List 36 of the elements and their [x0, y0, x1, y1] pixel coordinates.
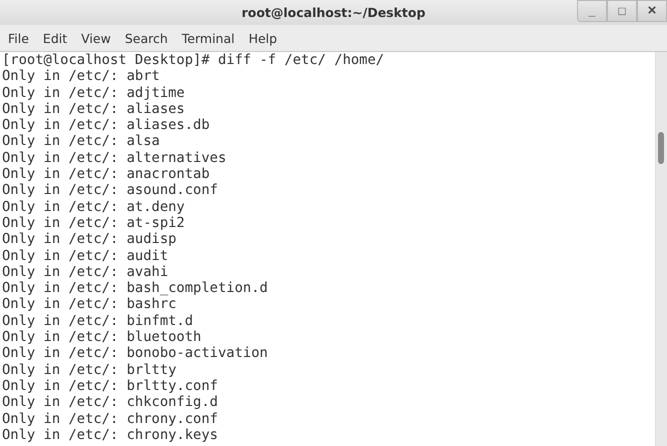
- terminal-line: Only in /etc/: abrt: [2, 68, 161, 85]
- terminal-line: Only in /etc/: chrony.keys: [2, 426, 219, 444]
- close-button[interactable]: ×: [637, 0, 667, 22]
- terminal-line: Only in /etc/: audit: [2, 248, 170, 264]
- terminal-line: Only in /etc/: anacrontab: [2, 166, 211, 182]
- menu-item[interactable]: File: [8, 30, 29, 46]
- scroll-thumb[interactable]: [658, 132, 664, 164]
- terminal-line: Only in /etc/: alsa: [2, 133, 161, 150]
- window-title: root@localhost:~/Desktop: [242, 5, 426, 20]
- terminal-line: Only in /etc/: bonobo-activation: [2, 345, 269, 362]
- terminal-line: Only in /etc/: binfmt.d: [2, 312, 194, 330]
- terminal-line: Only in /etc/: brltty: [2, 362, 178, 378]
- terminal-line: Only in /etc/: asound.conf: [2, 182, 219, 199]
- terminal-line: Only in /etc/: aliases.db: [2, 117, 211, 134]
- menu-item[interactable]: Terminal: [182, 30, 235, 46]
- terminal-line: Only in /etc/: chkconfig.d: [2, 394, 219, 411]
- terminal-line: Only in /etc/: audisp: [2, 231, 178, 248]
- terminal-line: Only in /etc/: chrony.conf: [2, 410, 219, 427]
- terminal-line: Only in /etc/: bash_completion.d: [2, 280, 269, 296]
- terminal-line: Only in /etc/: bluetooth: [2, 329, 202, 346]
- terminal-line: Only in /etc/: at.deny: [2, 198, 186, 215]
- terminal-line: [root@localhost Desktop]# diff -f /etc/ /home/: [2, 52, 386, 68]
- terminal-line: Only in /etc/: at-spi2: [2, 214, 186, 232]
- terminal-line: Only in /etc/: alternatives: [2, 150, 228, 166]
- terminal-line: Only in /etc/: avahi: [2, 264, 170, 280]
- menu-item[interactable]: Search: [124, 30, 168, 46]
- terminal-line: Only in /etc/: adjtime: [2, 84, 186, 101]
- menu-item[interactable]: Help: [248, 30, 278, 46]
- menu-item[interactable]: Edit: [42, 30, 68, 46]
- minimize-button[interactable]: _: [577, 0, 607, 22]
- menu-item[interactable]: View: [81, 30, 111, 46]
- terminal-line: Only in /etc/: bashrc: [2, 296, 178, 313]
- maximize-button[interactable]: □: [607, 0, 637, 22]
- terminal-line: Only in /etc/: brltty.conf: [2, 378, 219, 394]
- scrollbar[interactable]: [655, 52, 667, 446]
- terminal-line: Only in /etc/: aliases: [2, 100, 186, 118]
